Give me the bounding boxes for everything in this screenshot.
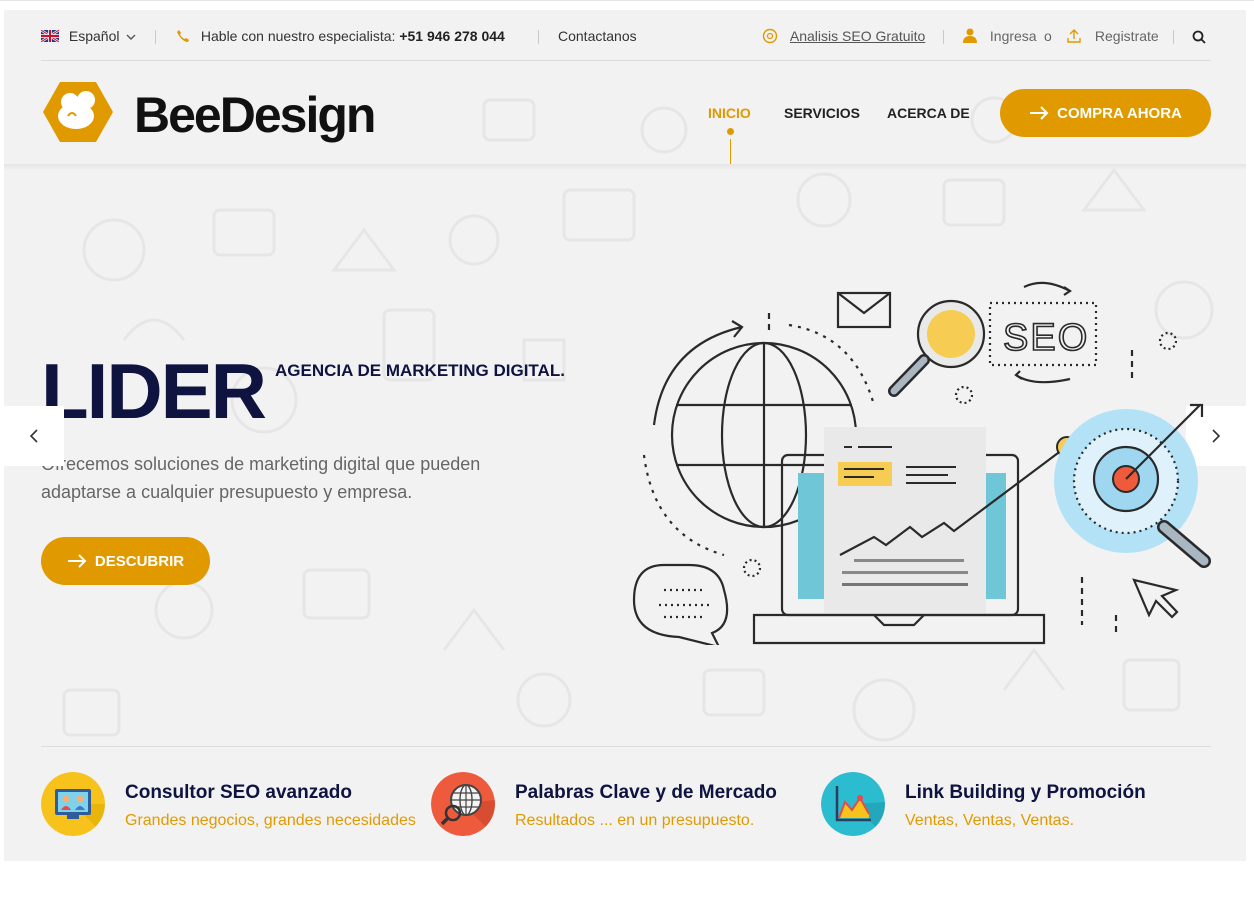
discover-button[interactable]: DESCUBRIR <box>41 537 210 585</box>
feature-subtitle: Resultados ... en un presupuesto. <box>515 812 755 829</box>
chevron-left-icon <box>29 429 38 443</box>
arrow-right-icon <box>67 554 87 568</box>
brand-name[interactable]: BeeDesign <box>134 86 376 144</box>
globe-search-icon <box>431 772 495 836</box>
phone-contact: Hable con nuestro especialista: +51 946 … <box>176 28 505 44</box>
nav-servicios[interactable]: SERVICIOS <box>784 105 860 121</box>
feature-subtitle: Ventas, Ventas, Ventas. <box>905 812 1075 829</box>
chart-icon <box>821 772 885 836</box>
nav-inicio[interactable]: INICIO <box>708 105 751 121</box>
hero-subtitle: AGENCIA DE MARKETING DIGITAL. <box>275 361 565 380</box>
header-shadow <box>4 164 1246 170</box>
login-label: Ingresa <box>989 28 1037 44</box>
divider <box>1173 30 1174 44</box>
feature-title: Consultor SEO avanzado <box>125 782 352 803</box>
seo-badge-icon <box>762 28 778 44</box>
chevron-down-icon <box>126 34 136 40</box>
seo-marketing-illustration: SEO <box>632 281 1211 645</box>
contact-link[interactable]: Contactanos <box>558 28 637 44</box>
arrow-right-icon <box>1030 106 1049 120</box>
register-link[interactable]: Registrate <box>1066 28 1159 44</box>
logo[interactable] <box>42 80 114 149</box>
feature-title: Link Building y Promoción <box>905 782 1146 803</box>
phone-icon <box>177 30 189 42</box>
hero-title: LIDER <box>41 347 267 435</box>
feature-subtitle: Grandes negocios, grandes necesidades <box>125 812 416 829</box>
seo-link-label: Analisis SEO Gratuito <box>789 28 926 44</box>
search-icon <box>1192 30 1206 44</box>
features-divider <box>41 746 1211 747</box>
seo-illustration-text: SEO <box>1003 317 1089 359</box>
divider <box>538 30 539 44</box>
buy-now-button[interactable]: COMPRA AHORA <box>1000 89 1211 137</box>
consultant-icon <box>41 772 105 836</box>
search-button[interactable] <box>1192 30 1206 47</box>
language-selector[interactable]: Español <box>40 28 136 44</box>
top-bar: Español Hable con nuestro especialista: … <box>40 24 1211 50</box>
or-text: o <box>1044 28 1052 44</box>
seo-analysis-link[interactable]: Analisis SEO Gratuito <box>762 28 925 44</box>
slider-prev-button[interactable] <box>4 406 64 466</box>
nav-acerca-de[interactable]: ACERCA DE <box>887 105 970 121</box>
phone-number[interactable]: +51 946 278 044 <box>399 28 505 44</box>
bee-hexagon-logo-icon <box>43 82 113 142</box>
divider <box>155 30 156 44</box>
topbar-divider <box>41 60 1211 61</box>
user-icon <box>963 28 977 43</box>
top-border <box>0 0 1254 1</box>
language-label: Español <box>68 28 120 44</box>
buy-now-label: COMPRA AHORA <box>1057 104 1182 122</box>
login-link[interactable]: Ingresa <box>963 28 1037 44</box>
page: Español Hable con nuestro especialista: … <box>4 10 1246 861</box>
register-label: Registrate <box>1094 28 1159 44</box>
active-nav-dot <box>727 128 734 135</box>
phone-label: Hable con nuestro especialista: <box>200 28 396 44</box>
discover-label: DESCUBRIR <box>94 552 185 570</box>
hero-description: Ofrecemos soluciones de marketing digita… <box>41 454 481 502</box>
upload-icon <box>1067 29 1081 43</box>
feature-title: Palabras Clave y de Mercado <box>515 782 777 803</box>
uk-flag-icon <box>40 29 60 43</box>
active-nav-line <box>730 139 731 164</box>
divider <box>943 30 944 44</box>
